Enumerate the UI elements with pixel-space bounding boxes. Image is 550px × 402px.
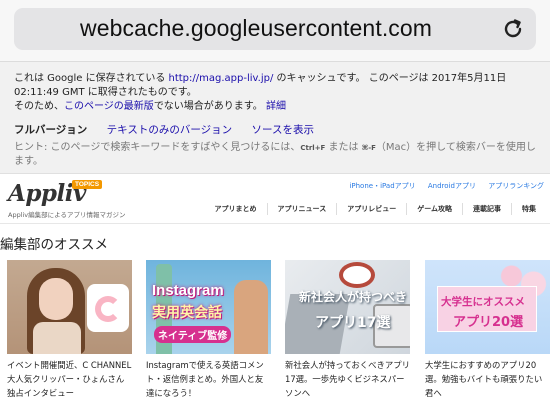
site-tagline: Appliv編集部によるアプリ情報マガジン	[8, 211, 126, 219]
latest-version-link[interactable]: このページの最新版	[64, 101, 154, 112]
article-thumbnail[interactable]	[7, 260, 132, 354]
article-thumbnail[interactable]: 大学生にオススメ アプリ20選	[425, 260, 550, 354]
full-version-label: フルバージョン	[14, 124, 88, 136]
url-text[interactable]: webcache.googleusercontent.com	[80, 15, 432, 42]
cache-notice: これは Google に保存されている http://mag.app-liv.j…	[0, 62, 550, 174]
hint-key-ctrl-f: Ctrl+F	[300, 144, 326, 152]
nav-item-news[interactable]: アプリニュース	[266, 203, 337, 215]
top-link-iphone[interactable]: iPhone・iPadアプリ	[349, 182, 415, 190]
hint-key-cmd-f: ⌘-F	[361, 144, 376, 152]
view-source-link[interactable]: ソースを表示	[251, 124, 313, 136]
nav-item-game[interactable]: ゲーム攻略	[406, 203, 462, 215]
article-thumbnail[interactable]: 新社会人が持つべき アプリ17選	[285, 260, 410, 354]
cache-text: のキャッシュです。 このページは 2017年5月11日	[273, 73, 507, 84]
thumb-title: アプリ17選	[315, 315, 391, 331]
cached-url-link[interactable]: http://mag.app-liv.jp/	[169, 73, 274, 84]
browser-toolbar: webcache.googleusercontent.com	[0, 0, 550, 62]
nav-item-serial[interactable]: 連載記事	[462, 203, 511, 215]
article-caption[interactable]: 新社会人が持っておくべきアプリ17選。一歩先ゆくビジネスパーソンへ	[285, 358, 410, 400]
nav-item-matome[interactable]: アプリまとめ	[205, 203, 267, 215]
article-card[interactable]: 大学生にオススメ アプリ20選 大学生におすすめのアプリ20選。勉強もバイトも頑…	[425, 260, 550, 400]
cache-line-1: これは Google に保存されている http://mag.app-liv.j…	[14, 72, 536, 86]
site-header: Appliv TOPICS Appliv編集部によるアプリ情報マガジン iPho…	[0, 176, 550, 224]
cache-line-2: 02:11:49 GMT に取得されたものです。	[14, 87, 197, 98]
thumb-shape	[234, 280, 268, 354]
nav-item-review[interactable]: アプリレビュー	[336, 203, 406, 215]
top-links: iPhone・iPadアプリ Androidアプリ アプリランキング	[339, 181, 544, 191]
article-card[interactable]: イベント開催間近、C CHANNEL大人気クリッパー・ひょんさん独占インタビュー	[7, 260, 132, 400]
article-thumbnail[interactable]: Instagram 実用英会話 ネイティブ監修	[146, 260, 271, 354]
article-caption[interactable]: イベント開催間近、C CHANNEL大人気クリッパー・ひょんさん独占インタビュー	[7, 358, 132, 400]
top-link-android[interactable]: Androidアプリ	[428, 182, 476, 190]
thumb-title: 実用英会話	[152, 305, 222, 321]
address-bar[interactable]: webcache.googleusercontent.com	[14, 8, 536, 50]
article-caption[interactable]: 大学生におすすめのアプリ20選。勉強もバイトも頑張りたい君へ	[425, 358, 550, 400]
main-nav: アプリまとめ アプリニュース アプリレビュー ゲーム攻略 連載記事 特集	[205, 203, 546, 215]
hint-text: ヒント: このページで検索キーワードをすばやく見つけるには、	[14, 142, 301, 153]
article-card[interactable]: Instagram 実用英会話 ネイティブ監修 Instagramで使える英語コ…	[146, 260, 271, 400]
reload-icon[interactable]	[500, 16, 526, 42]
hint-text: または	[325, 142, 362, 153]
thumb-title: 新社会人が持つべき	[299, 290, 408, 304]
details-link[interactable]: 詳細	[266, 101, 286, 112]
article-card[interactable]: 新社会人が持つべき アプリ17選 新社会人が持っておくべきアプリ17選。一歩先ゆ…	[285, 260, 410, 400]
top-link-ranking[interactable]: アプリランキング	[488, 182, 544, 190]
cache-line-3: そのため、このページの最新版でない場合があります。 詳細	[14, 100, 536, 114]
cache-text: でない場合があります。	[153, 101, 266, 112]
recommend-cards: イベント開催間近、C CHANNEL大人気クリッパー・ひょんさん独占インタビュー…	[7, 260, 550, 402]
thumb-shape	[33, 322, 81, 354]
thumb-title: Instagram	[152, 282, 224, 299]
text-only-link[interactable]: テキストのみのバージョン	[107, 124, 232, 136]
thumb-shape	[39, 278, 73, 320]
thumb-title: アプリ20選	[453, 315, 524, 330]
thumb-title: ネイティブ監修	[154, 326, 232, 343]
thumb-title: 大学生にオススメ	[441, 296, 525, 308]
section-title: 編集部のオススメ	[0, 237, 108, 253]
cache-text: そのため、	[14, 101, 64, 112]
search-hint: ヒント: このページで検索キーワードをすばやく見つけるには、Ctrl+F または…	[14, 141, 536, 169]
nav-item-feature[interactable]: 特集	[511, 203, 546, 215]
cache-text: これは Google に保存されている	[14, 73, 169, 84]
c-channel-logo-mark	[95, 296, 121, 322]
thumb-shape	[339, 262, 375, 288]
article-caption[interactable]: Instagramで使える英語コメント・返信例まとめ。外国人と友達になろう！	[146, 358, 271, 400]
version-links: フルバージョン テキストのみのバージョン ソースを表示	[14, 123, 536, 137]
site-logo[interactable]: Appliv TOPICS Appliv編集部によるアプリ情報マガジン	[8, 180, 125, 219]
logo-badge: TOPICS	[72, 180, 103, 189]
